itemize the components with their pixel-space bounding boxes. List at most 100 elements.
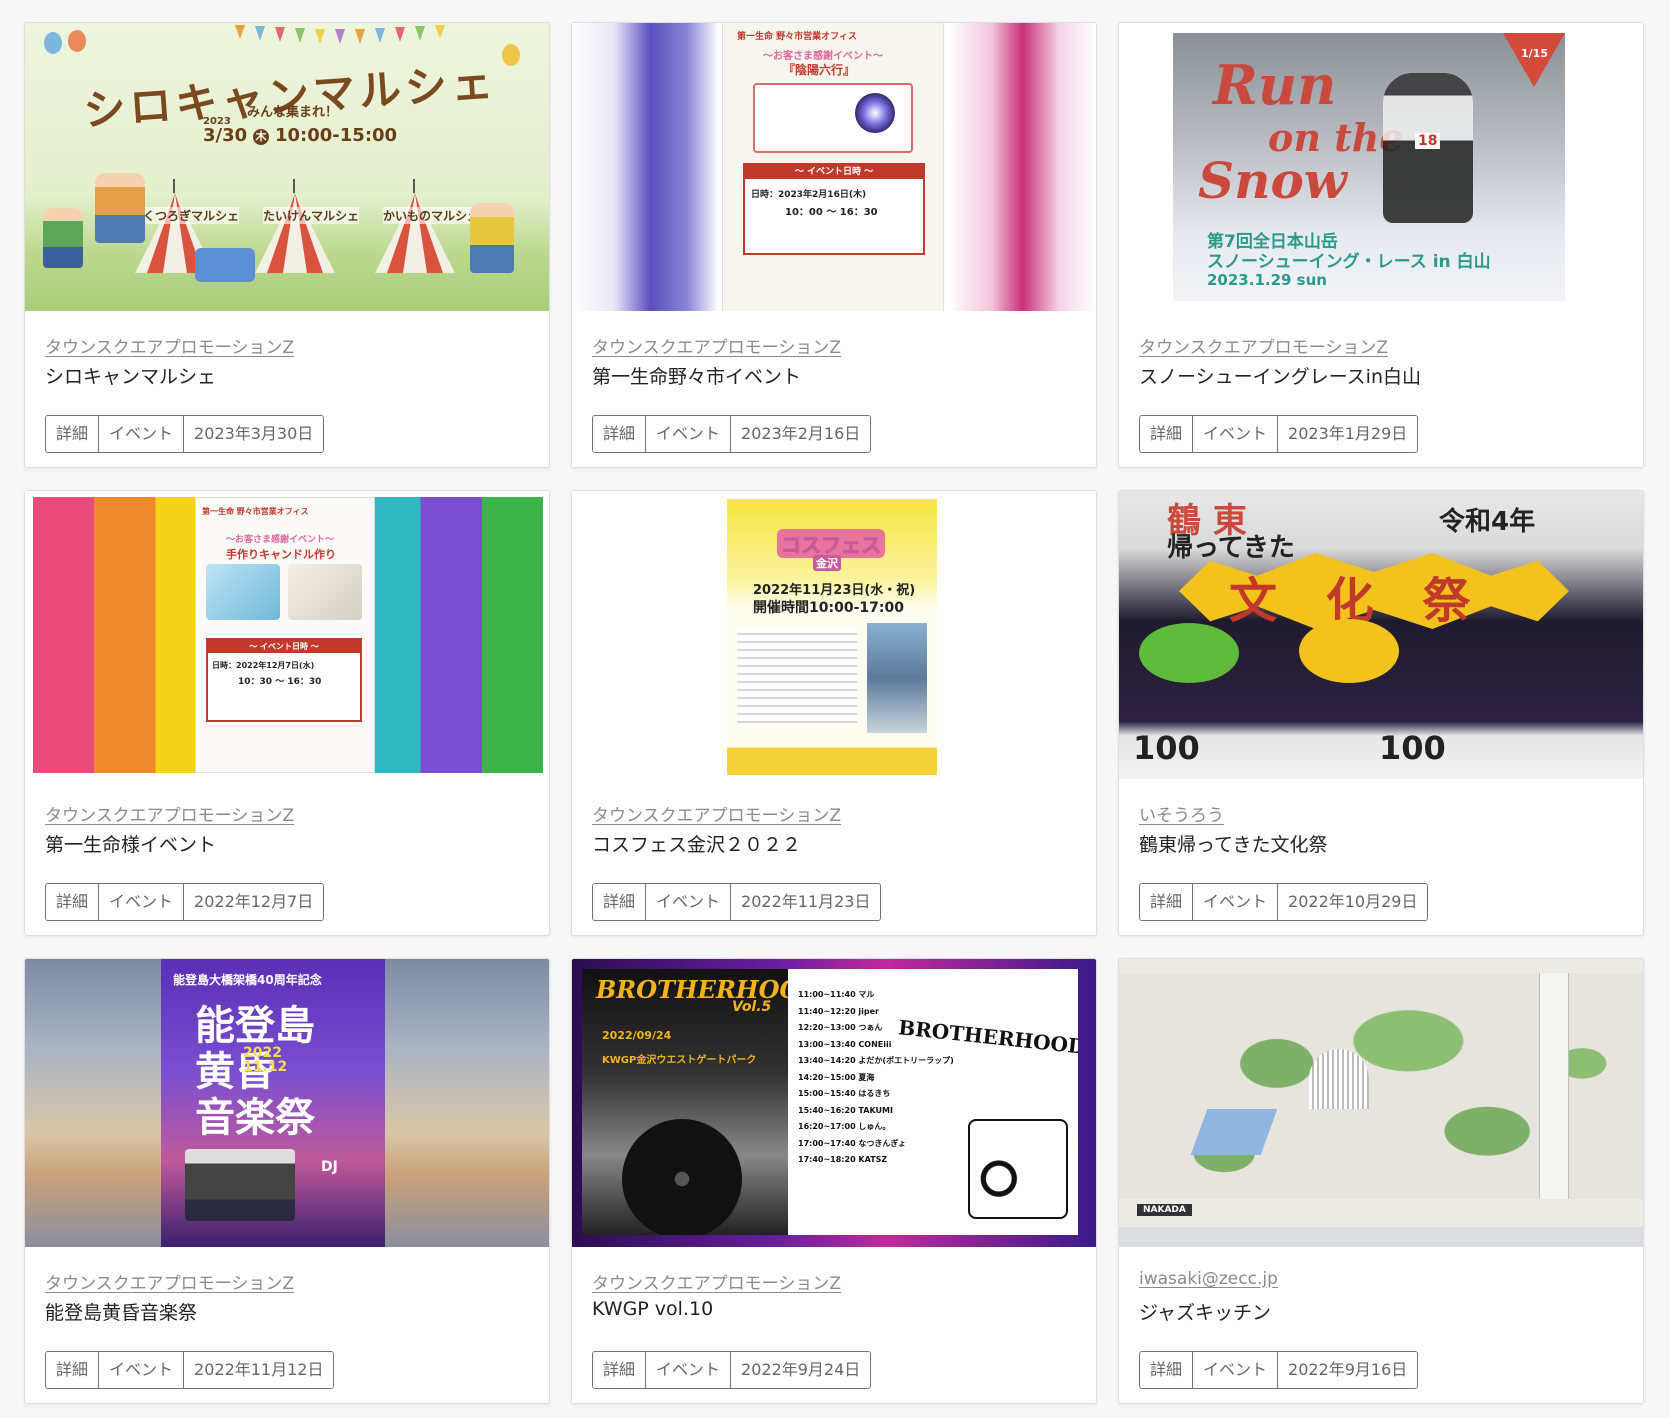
flyer-date: 日時：2022年12月7日(水) (212, 661, 315, 670)
flyer-time: 10：30 ～ 16：30 (238, 677, 322, 687)
author-link[interactable]: タウンスクエアプロモーションZ (592, 801, 841, 826)
flyer-date: 日時：2023年2月16日(木) (751, 190, 867, 200)
lineup-item: 13:00~13:40 CONEiii (798, 1039, 892, 1049)
people-icon (470, 203, 514, 273)
flyer-info-heading: ～ イベント日時 ～ (745, 165, 923, 179)
details-button[interactable]: 詳細 (1140, 1352, 1194, 1388)
poster-date: 2023.1.29 sun (1207, 271, 1327, 289)
flyer-info-box: ～ イベント日時 ～ 日時：2023年2月16日(木) 10：00 ～ 16：3… (743, 163, 925, 255)
event-card: Run on the Snow 18 1/15 第7回全日本山岳 スノーシューイ… (1118, 22, 1644, 468)
event-thumbnail[interactable]: シロキャンマルシェ みんな集まれ！ 2023 3/30 木 10:00-15:0… (25, 23, 549, 311)
event-title: KWGP vol.10 (592, 1298, 714, 1320)
tag-group: 詳細 イベント 2022年9月24日 (592, 1351, 872, 1389)
flyer-header: 第一生命 野々市営業オフィス (737, 32, 857, 42)
flyer-info-heading: ～ イベント日時 ～ (208, 640, 360, 653)
event-title: コスフェス金沢２０２２ (592, 834, 802, 856)
event-card: 能登島大橋架橋40周年記念 能登島 黄昏 音楽祭 2022 11.12 DJ タ… (24, 958, 550, 1404)
event-thumbnail[interactable]: 第一生命 野々市営業オフィス ～お客さま感謝イベント～ 『陰陽六行』 ～ イベン… (572, 23, 1096, 311)
lineup-panel: BROTHERHOOD 11:00~11:40 マル 11:40~12:20 ji… (788, 969, 1078, 1235)
galaxy-icon (855, 93, 895, 133)
event-thumbnail[interactable]: BROTHERHOOD Vol.5 2022/09/24 KWGP金沢ウエストゲ… (572, 959, 1096, 1247)
flyer-subtitle: ～お客さま感謝イベント～ (226, 535, 335, 545)
circle-badge (1299, 619, 1399, 683)
author-link[interactable]: iwasaki@zecc.jp (1139, 1269, 1278, 1293)
poster-header: 能登島大橋架橋40周年記念 (173, 973, 322, 987)
flyer-name: 『陰陽六行』 (783, 63, 856, 77)
author-link[interactable]: タウンスクエアプロモーションZ (45, 801, 294, 826)
flyer-image: 第一生命 野々市営業オフィス ～お客さま感謝イベント～ 『陰陽六行』 ～ イベン… (722, 23, 944, 311)
event-card: BROTHERHOOD Vol.5 2022/09/24 KWGP金沢ウエストゲ… (571, 958, 1097, 1404)
details-button[interactable]: 詳細 (46, 884, 100, 920)
event-title: スノーシューイングレースin白山 (1139, 366, 1421, 388)
event-title: 鶴東帰ってきた文化祭 (1139, 834, 1328, 856)
event-thumbnail[interactable]: Run on the Snow 18 1/15 第7回全日本山岳 スノーシューイ… (1119, 23, 1643, 311)
flyer-time: 10：00 ～ 16：30 (785, 207, 878, 218)
category-badge: イベント (646, 1352, 732, 1388)
author-link[interactable]: いそうろう (1139, 801, 1224, 826)
flyer-photo (867, 623, 927, 733)
tag-group: 詳細 イベント 2023年2月16日 (592, 415, 872, 453)
event-card: 鶴 東 帰ってきた 令和4年 文 化 祭 100 100 いそうろう 鶴東帰って… (1118, 490, 1644, 936)
van-icon (195, 248, 255, 282)
event-thumbnail[interactable]: 能登島大橋架橋40周年記念 能登島 黄昏 音楽祭 2022 11.12 DJ (25, 959, 549, 1247)
event-card: 第一生命 野々市営業オフィス ～お客さま感謝イベント～ 手作りキャンドル作り ～… (24, 490, 550, 936)
event-date: 2023年3月30日 (184, 416, 324, 452)
balloon-icon (44, 30, 86, 54)
details-button[interactable]: 詳細 (46, 416, 100, 452)
category-badge: イベント (1193, 416, 1279, 452)
circle-badge (1139, 623, 1239, 683)
author-link[interactable]: タウンスクエアプロモーションZ (592, 1269, 841, 1294)
flyer-subtitle: ～お客さま感謝イベント～ (763, 51, 883, 62)
details-button[interactable]: 詳細 (46, 1352, 100, 1388)
lineup-item: 16:20~17:00 しゅん。 (798, 1122, 891, 1131)
event-thumbnail[interactable]: コスフェス 金沢 2022年11月23日(水・祝) 開催時間10:00-17:0… (572, 491, 1096, 779)
event-title: ジャズキッチン (1139, 1302, 1272, 1324)
category-badge: イベント (1193, 884, 1279, 920)
flyer-name: 手作りキャンドル作り (226, 548, 336, 561)
event-card: 第一生命 野々市営業オフィス ～お客さま感謝イベント～ 『陰陽六行』 ～ イベン… (571, 22, 1097, 468)
details-button[interactable]: 詳細 (593, 416, 647, 452)
flyer-text-block (737, 627, 857, 727)
poster-line2: 帰ってきた (1167, 533, 1295, 563)
poster-line1: Run (1213, 53, 1337, 117)
event-card: シロキャンマルシェ みんな集まれ！ 2023 3/30 木 10:00-15:0… (24, 22, 550, 468)
details-button[interactable]: 詳細 (593, 884, 647, 920)
details-button[interactable]: 詳細 (1140, 416, 1194, 452)
map-footer-label: NAKADA (1137, 1204, 1192, 1216)
flyer-date: 2022年11月23日(水・祝) (753, 583, 916, 598)
tent-label: くつろぎマルシェ (143, 207, 240, 224)
flyer-logo-sub: 金沢 (813, 555, 841, 571)
author-link[interactable]: タウンスクエアプロモーションZ (1139, 333, 1388, 358)
event-card: NAKADA iwasaki@zecc.jp ジャズキッチン 詳細 イベント 2… (1118, 958, 1644, 1404)
poster-subtitle: みんな集まれ！ (247, 105, 339, 120)
people-icon (95, 173, 145, 243)
details-button[interactable]: 詳細 (593, 1352, 647, 1388)
lineup-item: 12:20~13:00 つぁん (798, 1023, 883, 1032)
event-thumbnail[interactable]: 鶴 東 帰ってきた 令和4年 文 化 祭 100 100 (1119, 491, 1643, 779)
lineup-item: 11:00~11:40 マル (798, 990, 875, 999)
tag-group: 詳細 イベント 2023年1月29日 (1139, 415, 1419, 453)
lineup-item: 15:40~16:20 TAKUMI (798, 1105, 893, 1115)
category-badge: イベント (99, 884, 185, 920)
tag-group: 詳細 イベント 2022年11月12日 (45, 1351, 335, 1389)
flyer-header: 第一生命 野々市営業オフィス (202, 507, 309, 516)
poster-line3: Snow (1198, 151, 1347, 210)
event-thumbnail[interactable]: 第一生命 野々市営業オフィス ～お客さま感謝イベント～ 手作りキャンドル作り ～… (25, 491, 549, 779)
author-link[interactable]: タウンスクエアプロモーションZ (592, 333, 841, 358)
category-badge: イベント (1193, 1352, 1279, 1388)
author-link[interactable]: タウンスクエアプロモーションZ (45, 333, 294, 358)
road (1539, 973, 1569, 1199)
event-date: 2022年9月24日 (731, 1352, 871, 1388)
event-date: 2022年9月16日 (1278, 1352, 1418, 1388)
lineup-item: 17:40~18:20 KATSZ (798, 1155, 888, 1164)
lineup-item: 17:00~17:40 なつきんぎょ (798, 1138, 907, 1148)
poster-date: 3/30 (203, 125, 248, 146)
details-button[interactable]: 詳細 (1140, 884, 1194, 920)
park-map (1119, 959, 1643, 1227)
author-link[interactable]: タウンスクエアプロモーションZ (45, 1269, 294, 1294)
category-badge: イベント (99, 416, 185, 452)
lineup-item: 13:40~14:20 よだか(ポエトリーラップ) (798, 1056, 954, 1065)
tag-group: 詳細 イベント 2022年9月16日 (1139, 1351, 1419, 1389)
coupon-value: 100 (1133, 729, 1200, 767)
event-thumbnail[interactable]: NAKADA (1119, 959, 1643, 1247)
